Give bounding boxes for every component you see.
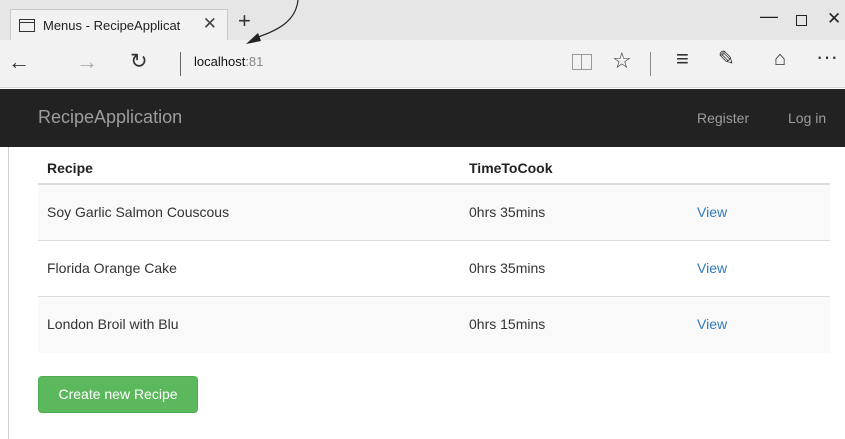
view-link[interactable]: View xyxy=(697,316,727,332)
tab-close-icon[interactable]: ✕ xyxy=(203,14,217,34)
browser-toolbar: ← → ↻ localhost:81 ☆ ≡ ✎ ⌂ ··· xyxy=(0,40,845,88)
recipe-name: London Broil with Blu xyxy=(47,316,179,332)
brand-link[interactable]: RecipeApplication xyxy=(38,107,182,128)
recipe-name: Soy Garlic Salmon Couscous xyxy=(47,204,230,220)
minimize-button[interactable]: — xyxy=(760,6,778,27)
more-icon[interactable]: ··· xyxy=(816,46,838,68)
view-link[interactable]: View xyxy=(697,260,727,276)
address-host: localhost xyxy=(194,54,246,69)
recipe-time: 0hrs 15mins xyxy=(469,316,546,332)
view-link[interactable]: View xyxy=(697,204,727,220)
close-window-button[interactable]: ✕ xyxy=(827,9,841,29)
favorite-star-icon[interactable]: ☆ xyxy=(612,50,632,72)
reading-view-icon[interactable] xyxy=(572,54,592,70)
address-port: :81 xyxy=(245,54,264,69)
header-time-to-cook: TimeToCook xyxy=(469,160,553,176)
create-recipe-button[interactable]: Create new Recipe xyxy=(38,376,198,413)
table-row: Soy Garlic Salmon Couscous 0hrs 35mins V… xyxy=(38,185,830,241)
register-link[interactable]: Register xyxy=(697,110,749,126)
window-left-edge xyxy=(8,147,9,439)
browser-tab[interactable]: Menus - RecipeApplicat ✕ xyxy=(10,9,228,40)
maximize-button[interactable] xyxy=(796,15,807,26)
tab-title: Menus - RecipeApplicat xyxy=(43,17,181,33)
recipe-time: 0hrs 35mins xyxy=(469,204,546,220)
login-link[interactable]: Log in xyxy=(788,110,826,126)
address-bar[interactable]: localhost:81 xyxy=(194,54,263,69)
table-row: Florida Orange Cake 0hrs 35mins View xyxy=(38,241,830,297)
new-tab-button[interactable]: + xyxy=(238,8,251,34)
hub-icon[interactable]: ≡ xyxy=(676,48,689,70)
page-icon xyxy=(19,18,35,32)
toolbar-divider xyxy=(650,52,651,76)
table-header: Recipe TimeToCook xyxy=(38,147,830,185)
share-icon[interactable]: ⌂ xyxy=(774,48,786,70)
address-divider xyxy=(180,52,181,76)
browser-tab-bar: Menus - RecipeApplicat ✕ + — ✕ xyxy=(0,0,845,40)
web-note-icon[interactable]: ✎ xyxy=(718,48,735,70)
forward-button[interactable]: → xyxy=(76,51,98,73)
back-button[interactable]: ← xyxy=(8,51,30,73)
recipes-table: Recipe TimeToCook Soy Garlic Salmon Cous… xyxy=(38,147,830,353)
refresh-button[interactable]: ↻ xyxy=(130,51,148,73)
site-navbar: RecipeApplication Register Log in xyxy=(0,89,845,147)
header-recipe: Recipe xyxy=(47,160,93,176)
recipe-time: 0hrs 35mins xyxy=(469,260,546,276)
recipe-name: Florida Orange Cake xyxy=(47,260,177,276)
table-row: London Broil with Blu 0hrs 15mins View xyxy=(38,297,830,353)
